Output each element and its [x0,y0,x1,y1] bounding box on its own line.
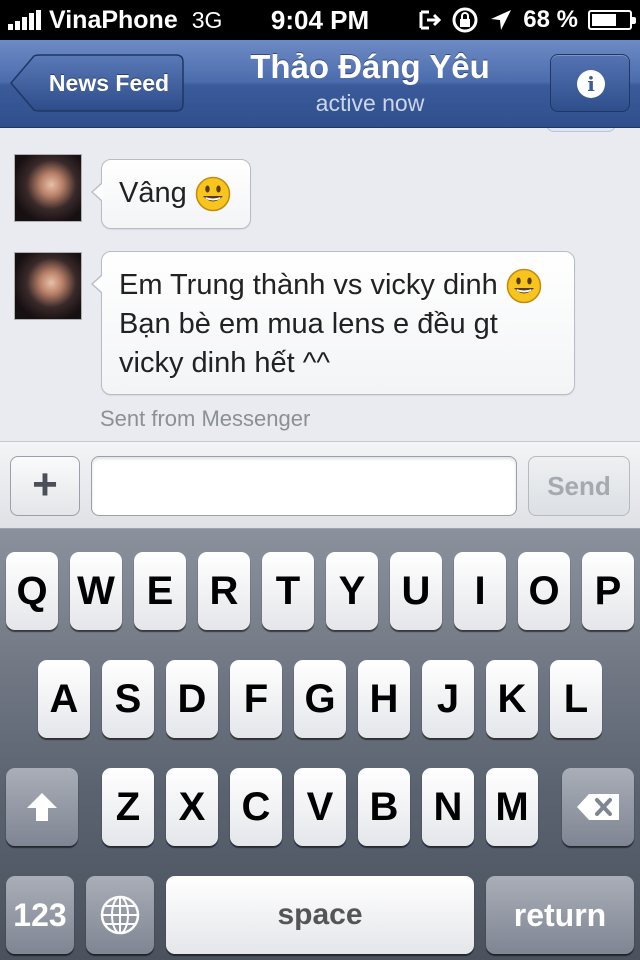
sent-from-label: Sent from Messenger [100,406,311,431]
rotation-lock-icon [452,7,478,33]
key-j[interactable]: J [422,660,474,738]
status-right: 68 % [417,6,636,34]
key-o[interactable]: O [518,552,570,630]
info-icon: i [577,70,605,98]
message-bubble[interactable]: Em Trung thành vs vicky dinh Bạn bè em m… [91,251,575,395]
key-x[interactable]: X [166,768,218,846]
attach-button[interactable]: + [10,456,80,516]
presence-status: active now [315,90,425,116]
key-v[interactable]: V [294,768,346,846]
avatar[interactable] [14,252,82,320]
message-line: Bạn bè em mua lens e đều gt [119,308,498,340]
key-l[interactable]: L [550,660,602,738]
message-text: Em Trung thành vs vicky dinh [119,269,498,301]
key-m[interactable]: M [486,768,538,846]
key-i[interactable]: I [454,552,506,630]
return-key[interactable]: return [486,876,634,954]
keyboard: Q W E R T Y U I O P A S D F G H J K L Z … [0,529,640,960]
avatar[interactable] [14,154,82,222]
key-h[interactable]: H [358,660,410,738]
back-button-label: News Feed [48,70,170,96]
key-q[interactable]: Q [6,552,58,630]
smiley-emoji-icon [506,269,542,304]
key-t[interactable]: T [262,552,314,630]
key-e[interactable]: E [134,552,186,630]
shift-icon [27,793,57,821]
battery-fill [592,14,616,26]
previous-message-edge [546,128,616,132]
key-r[interactable]: R [198,552,250,630]
key-u[interactable]: U [390,552,442,630]
space-key[interactable]: space [166,876,474,954]
message-line: Em Trung thành vs vicky dinh [119,266,574,305]
send-button[interactable]: Send [528,456,630,516]
message-line: Vâng [119,174,250,213]
message-text: Vâng [119,177,187,209]
chat-thread[interactable]: Vâng Em Trung thành vs vicky dinh Bạn bè… [0,128,640,441]
key-p[interactable]: P [582,552,634,630]
location-services-icon [491,10,512,30]
message-input[interactable] [91,456,517,516]
backspace-icon [577,794,619,820]
message-bubble[interactable]: Vâng [91,159,251,229]
key-g[interactable]: G [294,660,346,738]
key-n[interactable]: N [422,768,474,846]
battery-icon [588,10,636,30]
key-s[interactable]: S [102,660,154,738]
conversation-title: Thảo Đáng Yêu [250,48,490,85]
numbers-key[interactable]: 123 [6,876,74,954]
nav-bar: News Feed Thảo Đáng Yêu active now i [0,40,640,128]
key-d[interactable]: D [166,660,218,738]
key-b[interactable]: B [358,768,410,846]
shift-key[interactable] [6,768,78,846]
composer-bar: + Send [0,441,640,931]
backspace-key[interactable] [562,768,634,846]
key-y[interactable]: Y [326,552,378,630]
key-a[interactable]: A [38,660,90,738]
key-k[interactable]: K [486,660,538,738]
battery-percent: 68 % [523,6,578,33]
key-c[interactable]: C [230,768,282,846]
smiley-emoji-icon [195,177,230,212]
call-forward-icon [419,10,442,30]
globe-key[interactable] [86,876,154,954]
status-bar: VinaPhone 3G 9:04 PM 68 % [0,0,640,40]
key-f[interactable]: F [230,660,282,738]
message-line: vicky dinh hết ^^ [119,347,330,379]
key-w[interactable]: W [70,552,122,630]
info-button[interactable]: i [550,54,630,112]
key-z[interactable]: Z [102,768,154,846]
back-button[interactable]: News Feed [10,54,184,112]
globe-icon [100,895,140,935]
